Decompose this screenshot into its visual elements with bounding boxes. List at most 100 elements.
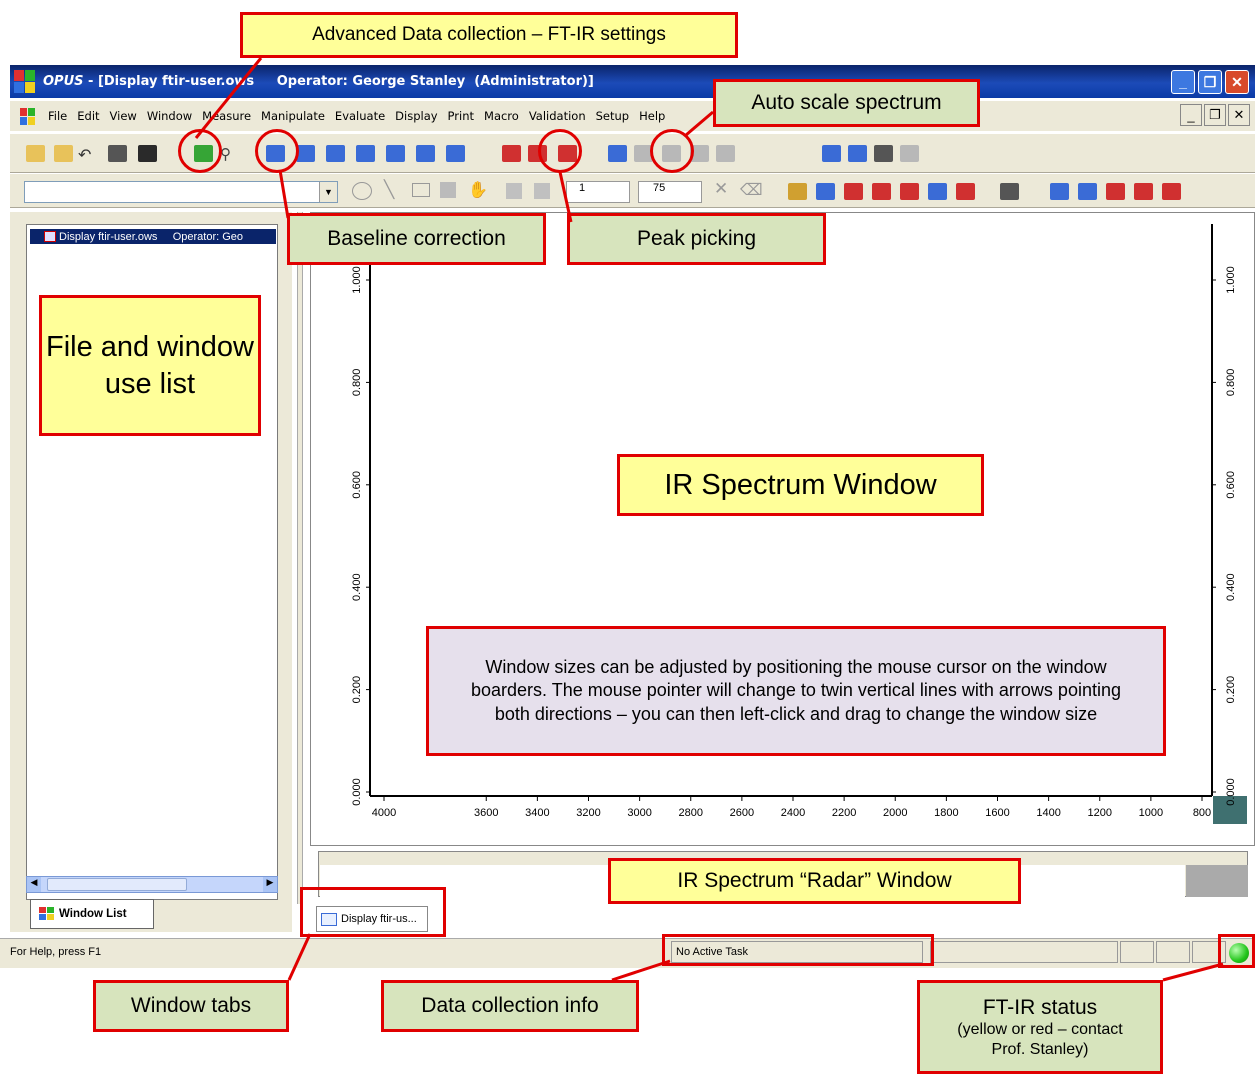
pointer-icon[interactable] [928, 183, 947, 200]
info-icon[interactable] [844, 183, 863, 200]
callout-peak-picking: Peak picking [567, 213, 826, 265]
text-tool-icon[interactable] [440, 182, 456, 198]
mdi-close-button[interactable]: ✕ [1228, 104, 1250, 126]
close-button[interactable]: ✕ [1225, 70, 1249, 94]
undo-icon[interactable]: ↶ [78, 145, 97, 164]
change-opus-icon[interactable] [1106, 183, 1125, 200]
cut-icon[interactable] [416, 145, 435, 162]
mdi-minimize-button[interactable]: _ [1180, 104, 1202, 126]
ellipse-tool-icon[interactable] [352, 182, 372, 200]
list-icon[interactable] [1078, 183, 1097, 200]
minimize-button[interactable]: _ [1171, 70, 1195, 94]
horizontal-scrollbar[interactable]: ◀ ▶ [26, 876, 278, 893]
window-list-item[interactable]: Display ftir-user.ows Operator: Geo [30, 229, 276, 244]
menu-bar: File Edit View Window Measure Manipulate… [10, 101, 1255, 131]
line-tool-icon[interactable]: ╲ [384, 180, 394, 200]
print-setup-icon[interactable] [874, 145, 893, 162]
hib-icon[interactable] [1050, 183, 1069, 200]
bring-front-icon[interactable] [506, 183, 522, 199]
user-password-icon[interactable] [1162, 183, 1181, 200]
marker-icon[interactable] [900, 183, 919, 200]
tab-window-list-label: Window List [59, 908, 127, 920]
hand-tool-icon[interactable]: ✋ [468, 180, 488, 200]
menu-display[interactable]: Display [395, 109, 437, 123]
print-icon[interactable] [900, 145, 919, 162]
menu-help[interactable]: Help [639, 109, 665, 123]
report-icon[interactable] [848, 145, 867, 162]
save-icon[interactable] [138, 145, 157, 162]
title-bar: OPUS - [Display ftir-user.ows Operator: … [10, 65, 1255, 98]
signal-icon[interactable] [816, 183, 835, 200]
x-tick-label: 2400 [781, 807, 805, 819]
x-tick-label: 1800 [934, 807, 958, 819]
x-tick-label: 1000 [1139, 807, 1163, 819]
menu-window[interactable]: Window [147, 109, 192, 123]
window-title: OPUS - [Display ftir-user.ows Operator: … [43, 74, 594, 89]
chevron-down-icon[interactable]: ▼ [319, 182, 337, 202]
derivative-icon[interactable] [356, 145, 375, 162]
new-window-icon[interactable] [608, 145, 627, 162]
name-tool-icon[interactable] [788, 183, 807, 200]
difference-icon[interactable] [386, 145, 405, 162]
tab-window-list[interactable]: Window List [30, 899, 154, 929]
x-tick-label: 3200 [576, 807, 600, 819]
fourier-transform-icon[interactable] [446, 145, 465, 162]
highlight-advanced-ring [178, 129, 222, 173]
menu-measure[interactable]: Measure [202, 109, 251, 123]
integration-icon[interactable] [502, 145, 521, 162]
menu-evaluate[interactable]: Evaluate [335, 109, 385, 123]
mdi-restore-button[interactable]: ❐ [1204, 104, 1226, 126]
menu-edit[interactable]: Edit [77, 109, 99, 123]
delete-icon[interactable]: ✕ [714, 179, 728, 199]
x-tick-label: 3600 [474, 807, 498, 819]
highlight-window-tabs-box [300, 887, 446, 937]
y-tick-label-right: 1.000 [1225, 266, 1237, 294]
y-tick-label-right: 0.400 [1225, 573, 1237, 601]
send-back-icon[interactable] [534, 183, 550, 199]
callout-advanced-data-collection: Advanced Data collection – FT-IR setting… [240, 12, 738, 58]
plot-icon[interactable] [822, 145, 841, 162]
callout-baseline-correction: Baseline correction [287, 213, 546, 265]
scroll-thumb[interactable] [47, 878, 187, 891]
toolbar-combo[interactable]: ▼ [24, 181, 338, 203]
maximize-button[interactable]: ❐ [1198, 70, 1222, 94]
status-pane [1156, 941, 1190, 963]
scale-x-icon[interactable] [716, 145, 735, 162]
normalization-icon[interactable] [326, 145, 345, 162]
radar-scroll-area[interactable] [1186, 865, 1248, 897]
open-file-icon[interactable] [26, 145, 45, 162]
menu-file[interactable]: File [48, 109, 67, 123]
menu-setup[interactable]: Setup [596, 109, 629, 123]
y-tick-label-right: 0.000 [1225, 778, 1237, 806]
line-width-select[interactable]: 1 [566, 181, 630, 203]
opus-logo-icon [13, 69, 37, 95]
y-tick-label-right: 0.200 [1225, 676, 1237, 704]
callout-file-window-list: File and window use list [39, 295, 261, 436]
menu-manipulate[interactable]: Manipulate [261, 109, 325, 123]
chart-icon[interactable] [1000, 183, 1019, 200]
y-tick-label: 0.400 [351, 573, 363, 601]
eraser-icon[interactable]: ⌫ [740, 180, 763, 200]
y-tick-label: 1.000 [351, 266, 363, 294]
add-marker-icon[interactable] [956, 183, 975, 200]
menu-validation[interactable]: Validation [529, 109, 586, 123]
menu-print[interactable]: Print [448, 109, 474, 123]
callout-radar-window: IR Spectrum “Radar” Window [608, 858, 1021, 904]
y-tick-label: 0.000 [351, 778, 363, 806]
x-tick-label: 1600 [985, 807, 1009, 819]
info-report-icon[interactable] [872, 183, 891, 200]
x-tick-label: 800 [1193, 807, 1211, 819]
panel-splitter[interactable] [297, 212, 303, 904]
scroll-right-icon[interactable]: ▶ [263, 877, 277, 892]
menu-view[interactable]: View [110, 109, 137, 123]
user-icon[interactable] [1134, 183, 1153, 200]
zoom-select[interactable]: 75 [638, 181, 702, 203]
rectangle-tool-icon[interactable] [412, 183, 430, 197]
scroll-left-icon[interactable]: ◀ [27, 877, 41, 892]
opus-menu-icon[interactable] [18, 106, 44, 126]
measurement-check-icon[interactable]: ⚲ [220, 145, 239, 163]
load-file-icon[interactable] [54, 145, 73, 162]
menu-macro[interactable]: Macro [484, 109, 519, 123]
copy-window-icon[interactable] [108, 145, 127, 162]
x-tick-label: 3000 [627, 807, 651, 819]
